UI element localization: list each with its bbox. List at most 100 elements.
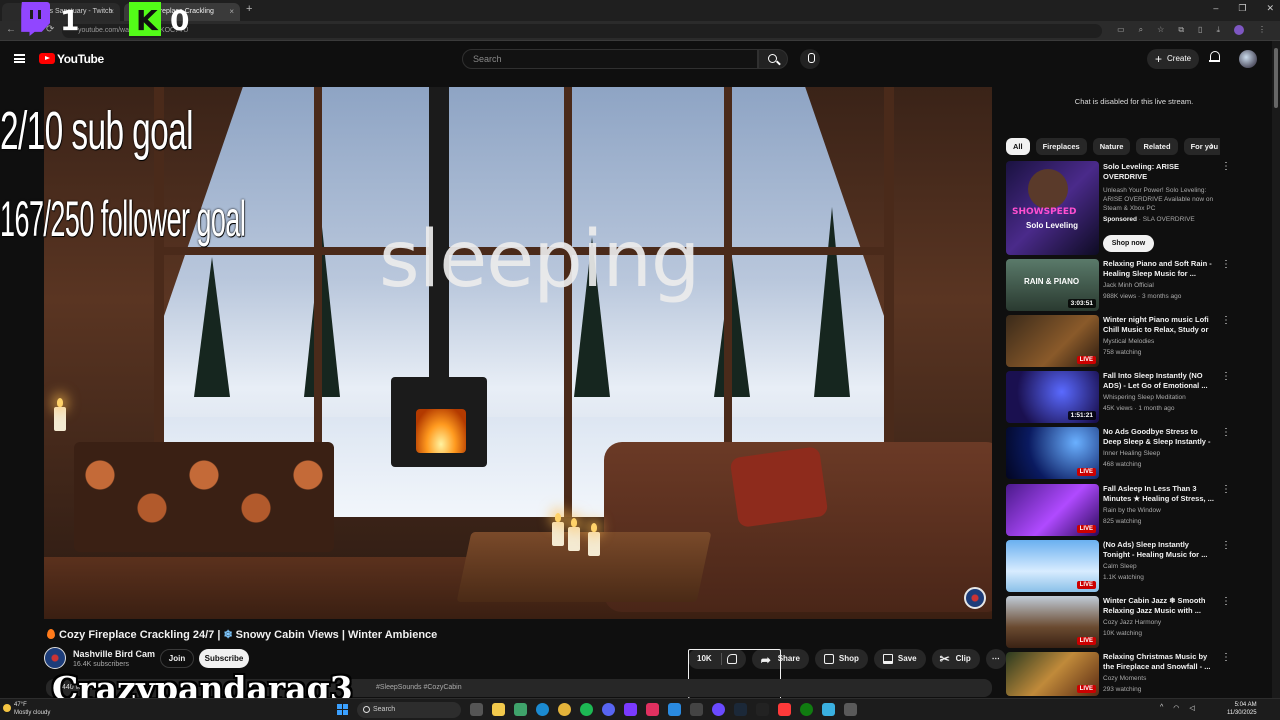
notifications-bell-icon[interactable]: [1209, 51, 1221, 64]
chevron-right-icon[interactable]: ›: [1210, 140, 1214, 152]
video-thumbnail[interactable]: LIVE: [1006, 596, 1099, 648]
store-icon[interactable]: [514, 703, 527, 716]
menu-icon[interactable]: [14, 54, 25, 63]
profile-avatar[interactable]: [1234, 25, 1244, 35]
app-icon[interactable]: [690, 703, 703, 716]
obs-icon[interactable]: [624, 703, 637, 716]
video-title[interactable]: (No Ads) Sleep Instantly Tonight - Heali…: [1103, 540, 1215, 560]
discord-icon[interactable]: [602, 703, 615, 716]
spotify-icon[interactable]: [580, 703, 593, 716]
video-thumbnail[interactable]: LIVE: [1006, 484, 1099, 536]
chip-related[interactable]: Related: [1136, 138, 1178, 155]
clip-button[interactable]: Clip: [931, 649, 980, 669]
video-title[interactable]: Winter night Piano music Lofi Chill Musi…: [1103, 315, 1215, 335]
channel-name[interactable]: Calm Sleep: [1103, 563, 1137, 570]
ad-title[interactable]: Solo Leveling: ARISE OVERDRIVE: [1103, 162, 1215, 182]
video-thumbnail[interactable]: LIVE: [1006, 427, 1099, 479]
subscribe-button[interactable]: Subscribe: [199, 649, 249, 668]
video-thumbnail[interactable]: LIVE: [1006, 540, 1099, 592]
video-thumbnail[interactable]: 1:51:21: [1006, 371, 1099, 423]
extensions-icon[interactable]: ⧉: [1178, 25, 1184, 35]
video-title[interactable]: Winter Cabin Jazz ❄ Smooth Relaxing Jazz…: [1103, 596, 1215, 616]
channel-watermark[interactable]: [964, 587, 986, 609]
kick-app-icon[interactable]: [756, 703, 769, 716]
taskbar-search[interactable]: Search: [357, 702, 461, 718]
video-player[interactable]: sleeping: [44, 87, 992, 619]
bookmark-star-icon[interactable]: ☆: [1157, 25, 1164, 35]
more-options-icon[interactable]: ⋮: [1221, 485, 1231, 495]
channel-name[interactable]: Jack Minh Official: [1103, 282, 1154, 289]
channel-name[interactable]: Rain by the Window: [1103, 507, 1161, 514]
chip-fireplaces[interactable]: Fireplaces: [1035, 138, 1087, 155]
video-title[interactable]: Fall Into Sleep Instantly (NO ADS) - Let…: [1103, 371, 1215, 391]
shop-button[interactable]: Shop: [814, 649, 868, 669]
channel-avatar[interactable]: [44, 647, 66, 669]
create-button[interactable]: Create: [1147, 49, 1199, 69]
channel-name[interactable]: Inner Healing Sleep: [1103, 450, 1160, 457]
description-tags[interactable]: #SleepSounds #CozyCabin: [376, 679, 462, 697]
tab-close-icon[interactable]: ×: [229, 3, 234, 21]
chip-nature[interactable]: Nature: [1092, 138, 1131, 155]
search-button[interactable]: [758, 49, 788, 69]
more-options-icon[interactable]: ⋮: [1221, 372, 1231, 382]
zoom-icon[interactable]: ⌕: [1139, 25, 1143, 35]
channel-name[interactable]: Nashville Bird Cam: [73, 649, 155, 659]
channel-name[interactable]: Cozy Jazz Harmony: [1103, 619, 1161, 626]
more-options-icon[interactable]: ⋮: [1221, 597, 1231, 607]
windows-start-icon[interactable]: [337, 704, 348, 715]
sponsored-ad[interactable]: SHOWSPEED Solo Leveling Solo Leveling: A…: [1006, 161, 1231, 255]
channel-name[interactable]: Cozy Moments: [1103, 675, 1146, 682]
volume-icon[interactable]: ◁: [1189, 704, 1194, 712]
video-title[interactable]: Relaxing Piano and Soft Rain - Healing S…: [1103, 259, 1215, 279]
tray-chevron-icon[interactable]: ^: [1160, 704, 1163, 712]
voice-search-icon[interactable]: [800, 49, 820, 69]
edge-icon[interactable]: [536, 703, 549, 716]
app-icon[interactable]: [844, 703, 857, 716]
app-icon[interactable]: [646, 703, 659, 716]
app-icon[interactable]: [778, 703, 791, 716]
video-thumbnail[interactable]: RAIN & PIANO 3:03:51: [1006, 259, 1099, 311]
tab-close-icon[interactable]: ×: [109, 3, 114, 21]
chip-for-you[interactable]: For you: [1183, 138, 1220, 155]
new-tab-button[interactable]: +: [246, 3, 252, 15]
system-clock[interactable]: 5:04 AM 11/30/2025: [1227, 701, 1257, 717]
more-options-icon[interactable]: ⋮: [1221, 316, 1231, 326]
like-button[interactable]: 10K: [688, 649, 781, 701]
account-avatar[interactable]: [1239, 50, 1257, 68]
app-icon[interactable]: [822, 703, 835, 716]
task-view-icon[interactable]: [470, 703, 483, 716]
steam-icon[interactable]: [734, 703, 747, 716]
video-thumbnail[interactable]: LIVE: [1006, 652, 1099, 696]
address-bar[interactable]: youtube.com/watch?v=...FKOC7TU: [62, 24, 1102, 38]
close-window-button[interactable]: ✕: [1266, 3, 1274, 14]
youtube-logo-icon[interactable]: [39, 53, 55, 64]
search-input[interactable]: Search: [462, 49, 758, 69]
weather-widget[interactable]: 47°F Mostly cloudy: [3, 701, 50, 717]
app-icon[interactable]: [668, 703, 681, 716]
video-thumbnail[interactable]: LIVE: [1006, 315, 1099, 367]
more-options-icon[interactable]: ⋮: [1221, 162, 1231, 172]
xbox-icon[interactable]: [800, 703, 813, 716]
channel-name[interactable]: Mystical Melodies: [1103, 338, 1154, 345]
back-button[interactable]: ←: [6, 24, 16, 35]
shop-now-button[interactable]: Shop now: [1103, 235, 1154, 252]
video-title[interactable]: Relaxing Christmas Music by the Fireplac…: [1103, 652, 1215, 672]
more-options-icon[interactable]: ⋮: [1221, 428, 1231, 438]
more-options-icon[interactable]: ⋮: [1221, 653, 1231, 663]
channel-name[interactable]: Whispering Sleep Meditation: [1103, 394, 1186, 401]
page-scrollbar[interactable]: [1272, 41, 1280, 698]
chip-all[interactable]: All: [1006, 138, 1030, 155]
browser-menu-icon[interactable]: ⋮: [1258, 25, 1266, 35]
join-button[interactable]: Join: [160, 649, 194, 668]
video-title[interactable]: Fall Asleep In Less Than 3 Minutes ★ Hea…: [1103, 484, 1215, 504]
scrollbar-thumb[interactable]: [1274, 48, 1278, 108]
youtube-logo-text[interactable]: YouTube: [57, 52, 104, 66]
video-title[interactable]: No Ads Goodbye Stress to Deep Sleep & Sl…: [1103, 427, 1215, 447]
minimize-button[interactable]: –: [1213, 3, 1218, 14]
more-actions-button[interactable]: ⋯: [985, 649, 1006, 669]
cast-icon[interactable]: ▭: [1117, 25, 1125, 35]
more-options-icon[interactable]: ⋮: [1221, 260, 1231, 270]
sidebar-icon[interactable]: ▯: [1198, 25, 1202, 35]
wifi-icon[interactable]: ◠: [1173, 704, 1179, 712]
chrome-icon[interactable]: [558, 703, 571, 716]
